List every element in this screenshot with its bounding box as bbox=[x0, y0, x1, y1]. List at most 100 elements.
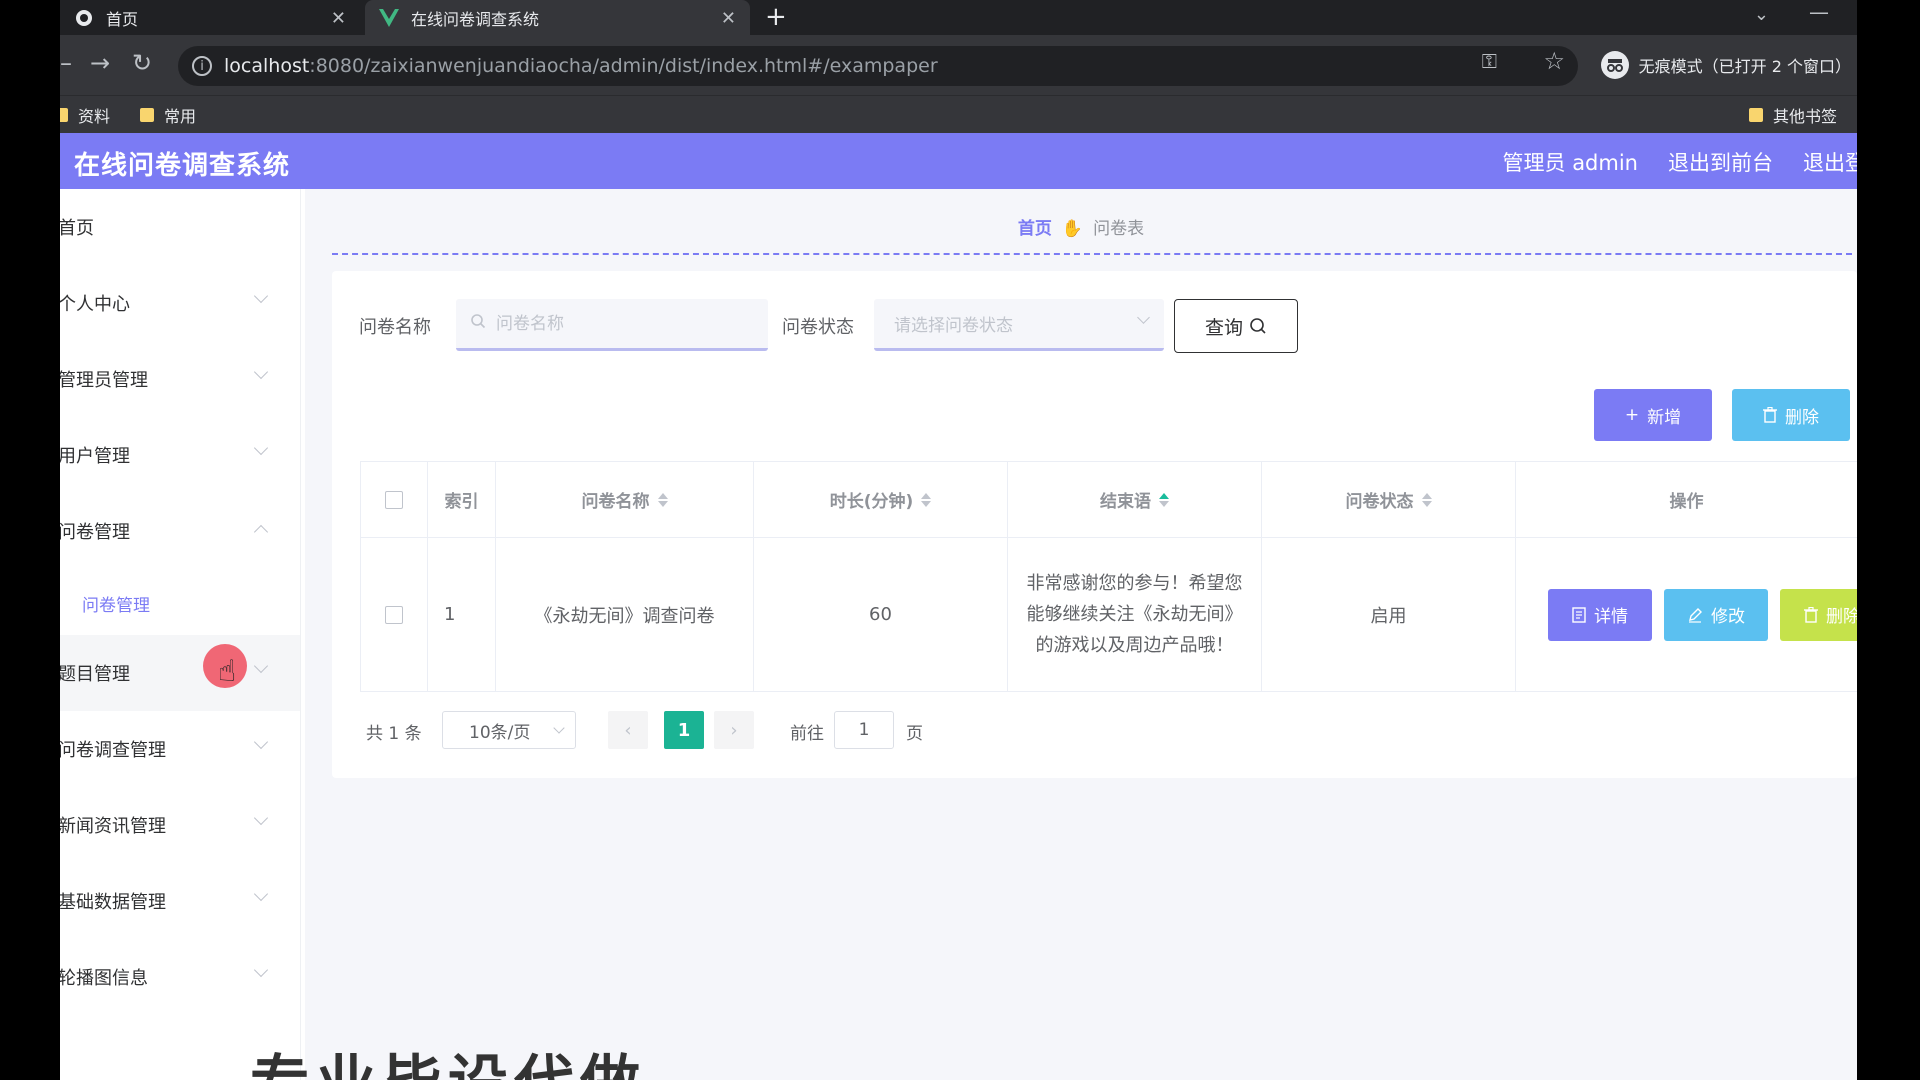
chevron-down-icon bbox=[253, 288, 269, 304]
bookmark-folder[interactable]: 资料 bbox=[60, 96, 110, 134]
tab-home[interactable]: 首页 ✕ bbox=[60, 0, 360, 35]
sidebar: 首页 个人中心 管理员管理 用户管理 问卷管理 问卷管理 题目管理 问卷调查管理… bbox=[60, 189, 300, 1080]
detail-button[interactable]: 详情 bbox=[1548, 588, 1652, 641]
reload-icon[interactable]: ↻ bbox=[132, 49, 152, 77]
browser-toolbar: – → ↻ i localhost:8080/zaixianwenjuandia… bbox=[60, 35, 1857, 95]
next-page-button[interactable]: › bbox=[714, 711, 754, 749]
incognito-indicator[interactable]: 无痕模式（已打开 2 个窗口） bbox=[1600, 45, 1851, 85]
close-icon[interactable]: ✕ bbox=[721, 8, 736, 29]
header-name[interactable]: 问卷名称 bbox=[496, 462, 754, 537]
sidebar-item-base-data[interactable]: 基础数据管理 bbox=[60, 863, 300, 939]
sort-ascending-icon[interactable] bbox=[1159, 492, 1169, 507]
sidebar-item-surveys[interactable]: 问卷管理 bbox=[60, 493, 300, 569]
address-bar[interactable]: i localhost:8080/zaixianwenjuandiaocha/a… bbox=[178, 46, 1578, 86]
edit-button[interactable]: 修改 bbox=[1664, 588, 1768, 641]
star-icon[interactable]: ☆ bbox=[1543, 47, 1565, 75]
overlay-caption: 专业毕设代做 bbox=[250, 1035, 646, 1080]
key-icon[interactable]: ⚿ bbox=[1482, 49, 1497, 73]
sidebar-item-news[interactable]: 新闻资讯管理 bbox=[60, 787, 300, 863]
delete-button-label: 删除 bbox=[1826, 607, 1857, 627]
chevron-down-icon bbox=[253, 734, 269, 750]
tab-title: 首页 bbox=[106, 9, 139, 29]
new-tab-icon[interactable]: + bbox=[765, 2, 787, 32]
sidebar-item-survey-records[interactable]: 问卷调查管理 bbox=[60, 711, 300, 787]
header-ending[interactable]: 结束语 bbox=[1008, 462, 1262, 537]
page-unit-label: 页 bbox=[906, 724, 923, 744]
row-checkbox[interactable] bbox=[385, 605, 403, 624]
bookmark-label: 其他书签 bbox=[1772, 107, 1837, 126]
screen: 首页 ✕ 在线问卷调查系统 ✕ + ⌄ — – → ↻ i localhost:… bbox=[60, 0, 1857, 1080]
prev-page-button[interactable]: ‹ bbox=[608, 711, 648, 749]
sort-icon[interactable] bbox=[657, 492, 668, 507]
header-duration[interactable]: 时长(分钟) bbox=[754, 462, 1008, 537]
incognito-icon bbox=[1600, 51, 1629, 79]
sidebar-item-admins[interactable]: 管理员管理 bbox=[60, 341, 300, 417]
plus-icon: + bbox=[1624, 405, 1640, 425]
info-icon[interactable]: i bbox=[192, 56, 212, 76]
select-all-checkbox[interactable] bbox=[385, 490, 403, 509]
sidebar-item-profile[interactable]: 个人中心 bbox=[60, 265, 300, 341]
chevron-up-icon bbox=[253, 524, 269, 540]
sidebar-item-label: 轮播图信息 bbox=[60, 968, 148, 989]
breadcrumb-home[interactable]: 首页 bbox=[1018, 219, 1052, 239]
sort-icon[interactable] bbox=[1421, 492, 1432, 507]
url-host: localhost bbox=[224, 55, 310, 77]
tab-survey-system[interactable]: 在线问卷调查系统 ✕ bbox=[365, 0, 750, 35]
exit-to-front-link[interactable]: 退出到前台 bbox=[1668, 147, 1773, 177]
minimize-icon[interactable]: — bbox=[1809, 0, 1829, 24]
sidebar-subitem-survey-manage[interactable]: 问卷管理 bbox=[82, 591, 150, 616]
sidebar-item-carousel[interactable]: 轮播图信息 bbox=[60, 939, 300, 1015]
cell-status: 启用 bbox=[1262, 538, 1516, 691]
content-panel: 问卷名称 问卷状态 请选择问卷状态 查询 + 新增 bbox=[332, 271, 1857, 778]
bookmark-label: 资料 bbox=[78, 107, 111, 126]
trash-icon bbox=[1804, 606, 1818, 623]
sort-icon[interactable] bbox=[921, 492, 932, 507]
name-filter-input[interactable] bbox=[494, 312, 764, 335]
header-label: 问卷名称 bbox=[581, 492, 650, 512]
incognito-text: 无痕模式（已打开 2 个窗口） bbox=[1638, 57, 1851, 76]
sidebar-item-label: 用户管理 bbox=[60, 446, 130, 467]
edit-button-label: 修改 bbox=[1711, 607, 1745, 627]
cell-name: 《永劫无间》调查问卷 bbox=[496, 538, 754, 691]
page-number-current[interactable]: 1 bbox=[664, 711, 704, 749]
sidebar-item-users[interactable]: 用户管理 bbox=[60, 417, 300, 493]
goto-page-input[interactable]: 1 bbox=[834, 711, 894, 749]
name-filter-field[interactable] bbox=[456, 299, 768, 351]
sidebar-item-home[interactable]: 首页 bbox=[60, 189, 300, 265]
sidebar-item-label: 管理员管理 bbox=[60, 370, 148, 391]
forward-icon[interactable]: → bbox=[90, 49, 110, 77]
page-size-select[interactable]: 10条/页 bbox=[442, 711, 576, 749]
table-row: 1 《永劫无间》调查问卷 60 非常感谢您的参与！希望您能够继续关注《永劫无间》… bbox=[360, 538, 1857, 692]
sidebar-item-label: 问卷管理 bbox=[60, 522, 130, 543]
chevron-down-icon bbox=[553, 722, 565, 734]
select-all-cell bbox=[360, 462, 428, 537]
sidebar-item-label: 基础数据管理 bbox=[60, 892, 166, 913]
query-button[interactable]: 查询 bbox=[1174, 299, 1298, 353]
cell-actions: 详情 修改 删除 bbox=[1516, 538, 1857, 691]
bookmark-label: 常用 bbox=[164, 107, 197, 126]
other-bookmarks[interactable]: 其他书签 bbox=[1748, 96, 1837, 134]
sidebar-item-questions[interactable]: 题目管理 bbox=[60, 635, 300, 711]
batch-delete-button[interactable]: 删除 bbox=[1732, 389, 1850, 441]
status-filter-select[interactable]: 请选择问卷状态 bbox=[874, 299, 1164, 351]
delete-button[interactable]: 删除 bbox=[1780, 588, 1857, 641]
sidebar-item-label: 首页 bbox=[60, 218, 94, 239]
row-select-cell bbox=[360, 538, 428, 691]
back-icon[interactable]: – bbox=[60, 49, 72, 77]
chevron-down-icon bbox=[253, 364, 269, 380]
bookmark-folder[interactable]: 常用 bbox=[140, 96, 196, 134]
chevron-down-icon[interactable]: ⌄ bbox=[1754, 4, 1769, 25]
header-status[interactable]: 问卷状态 bbox=[1262, 462, 1516, 537]
header-links: 管理员 admin 退出到前台 退出登录 bbox=[1503, 147, 1857, 177]
header-label: 问卷状态 bbox=[1345, 492, 1414, 512]
name-filter-label: 问卷名称 bbox=[359, 317, 431, 338]
folder-icon bbox=[1748, 108, 1763, 122]
add-button[interactable]: + 新增 bbox=[1594, 389, 1712, 441]
detail-button-label: 详情 bbox=[1594, 607, 1628, 627]
app-title: 在线问卷调查系统 bbox=[74, 151, 291, 181]
close-icon[interactable]: ✕ bbox=[331, 8, 346, 29]
browser-tab-strip: 首页 ✕ 在线问卷调查系统 ✕ + ⌄ — bbox=[60, 0, 1857, 35]
survey-table: 索引 问卷名称 时长(分钟) 结束语 问卷状态 操作 1 《永劫无间》调查问卷 … bbox=[360, 461, 1857, 692]
logout-link[interactable]: 退出登录 bbox=[1803, 147, 1857, 177]
edit-icon bbox=[1689, 607, 1702, 623]
